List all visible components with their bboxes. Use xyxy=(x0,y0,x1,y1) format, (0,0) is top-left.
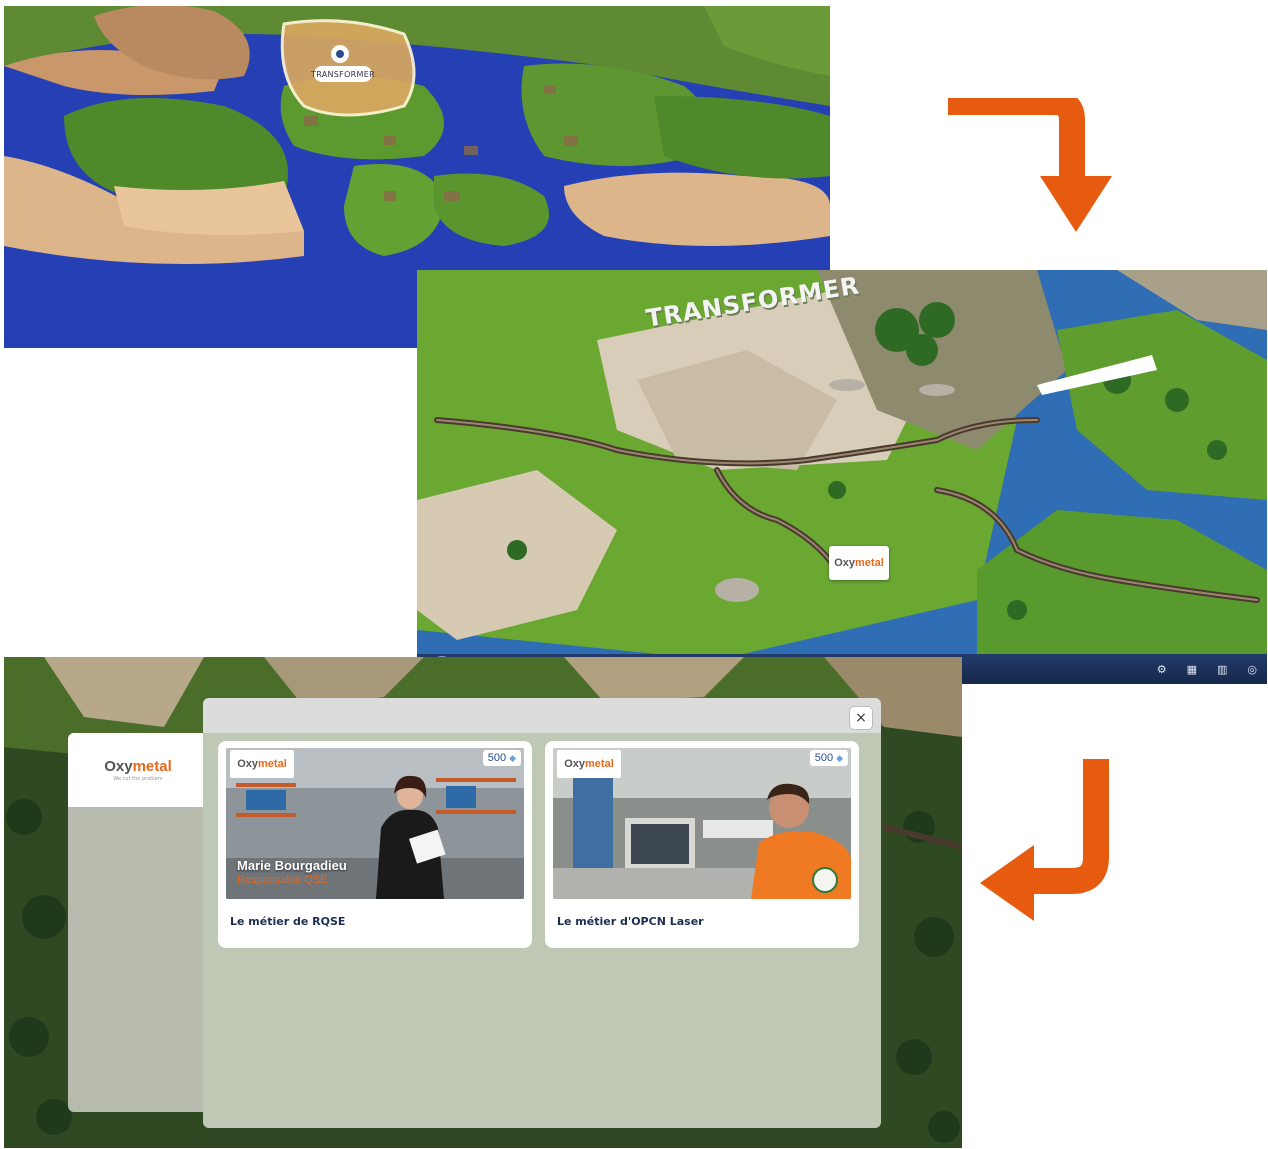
job-card[interactable]: Oxymetal 500 ◆ Marie Bourgadieu Responsab… xyxy=(218,741,532,948)
company-side-panel: Oxymetal We cut the problem xyxy=(68,733,208,1112)
close-button[interactable]: × xyxy=(849,706,873,730)
job-card[interactable]: Oxymetal 500 ◆ Le métier d'OPCN Laser xyxy=(545,741,859,948)
arrow-down-right-icon xyxy=(948,98,1112,232)
video-thumbnail[interactable]: Oxymetal 500 ◆ xyxy=(553,748,851,899)
oxymetal-logo: Oxymetal xyxy=(230,750,294,778)
logo-tagline: We cut the problem xyxy=(113,775,163,782)
hud-grid-button[interactable]: ▦ xyxy=(1187,663,1197,676)
zone-tag[interactable]: TRANSFORMER xyxy=(311,66,375,82)
oxymetal-logo: Oxymetal We cut the problem xyxy=(68,733,208,807)
gear-icon: ⚙ xyxy=(1156,662,1167,676)
drop-icon: ◆ xyxy=(509,752,516,763)
hud-target-button[interactable]: ◎ xyxy=(1247,663,1257,676)
oxymetal-logo: Oxymetal xyxy=(557,750,621,778)
card-title: Le métier de RQSE xyxy=(230,915,346,928)
drop-icon: ◆ xyxy=(836,752,843,763)
arrow-down-left-icon xyxy=(980,759,1109,921)
jobs-modal: × Oxymetal 500 ◆ Marie Bourgadieu Respon… xyxy=(203,698,881,1128)
company-modal-screenshot: Oxymetal We cut the problem × Oxymetal 5… xyxy=(4,657,962,1148)
target-icon: ◎ xyxy=(1247,662,1257,676)
zone-view-screenshot: TRANSFORMER Oxymetal ⚙ ▦ ▥ ◎ xyxy=(417,270,1267,684)
points-badge: 500 ◆ xyxy=(482,750,521,766)
person-role: Responsable QSE xyxy=(237,874,328,886)
chart-icon: ▥ xyxy=(1216,662,1228,676)
oxymetal-map-sign[interactable]: Oxymetal xyxy=(829,546,889,580)
hud-settings-button[interactable]: ⚙ xyxy=(1157,663,1167,676)
grid-icon: ▦ xyxy=(1186,662,1197,676)
card-title: Le métier d'OPCN Laser xyxy=(557,915,704,928)
zone-terrain-illustration xyxy=(417,270,1267,684)
hud-chart-button[interactable]: ▥ xyxy=(1217,663,1227,676)
person-name: Marie Bourgadieu xyxy=(237,858,347,873)
video-thumbnail[interactable]: Oxymetal 500 ◆ Marie Bourgadieu Responsab… xyxy=(226,748,524,899)
modal-header xyxy=(203,698,881,733)
points-badge: 500 ◆ xyxy=(809,750,848,766)
